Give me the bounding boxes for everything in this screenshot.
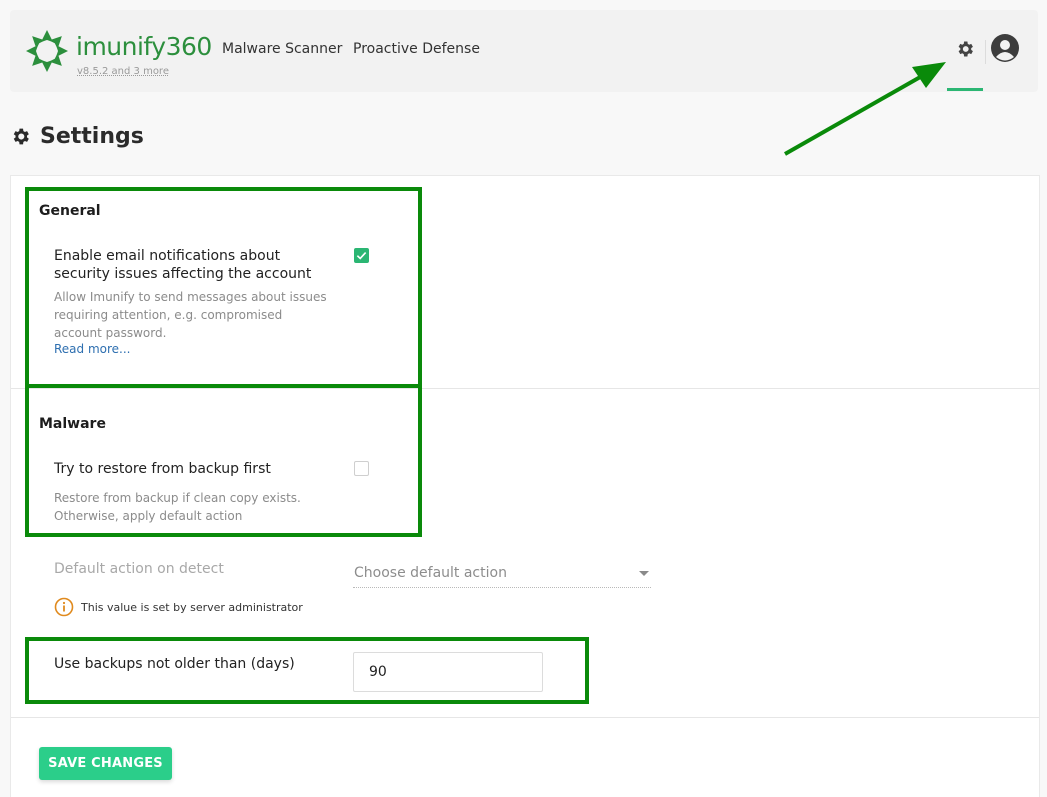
imunify-logo-icon (26, 30, 68, 72)
annotation-box-general (25, 187, 422, 388)
section-divider (11, 717, 1039, 718)
nav-malware-scanner[interactable]: Malware Scanner (222, 41, 342, 57)
annotation-box-backup-age (25, 637, 589, 704)
default-action-select[interactable]: Choose default action (353, 561, 651, 588)
default-action-placeholder: Choose default action (354, 565, 507, 581)
page-title-text: Settings (40, 123, 144, 149)
save-changes-button[interactable]: SAVE CHANGES (39, 747, 172, 780)
imunify-logo[interactable]: imunify360 v8.5.2 and 3 more (24, 28, 212, 78)
annotation-box-malware (25, 384, 422, 537)
brand-name: imunify360 (76, 32, 212, 61)
version-label[interactable]: v8.5.2 and 3 more (77, 66, 169, 77)
admin-note: This value is set by server administrato… (81, 601, 303, 614)
nav-proactive-defense[interactable]: Proactive Defense (353, 41, 480, 57)
page-title: Settings (10, 122, 144, 150)
active-tab-indicator (947, 88, 983, 91)
top-navigation-bar: imunify360 v8.5.2 and 3 more Malware Sca… (10, 10, 1038, 92)
gear-icon (13, 128, 29, 144)
info-icon (54, 597, 74, 617)
gear-icon (958, 41, 973, 57)
chevron-down-icon (639, 571, 649, 576)
default-action-label: Default action on detect (54, 561, 224, 577)
settings-button[interactable] (952, 36, 978, 62)
nav-divider (985, 40, 986, 64)
user-avatar-icon[interactable] (991, 34, 1019, 62)
